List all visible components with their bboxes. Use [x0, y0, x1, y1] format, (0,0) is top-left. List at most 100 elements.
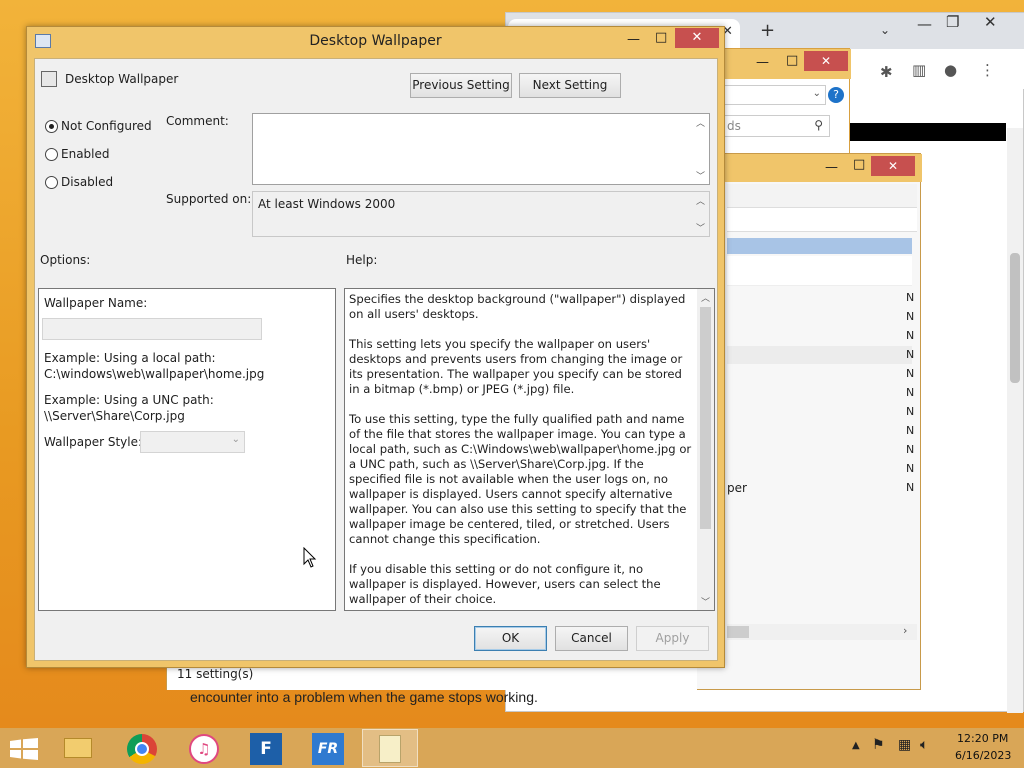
- new-tab-icon[interactable]: +: [760, 20, 775, 41]
- scroll-up-icon[interactable]: ︿: [701, 291, 710, 304]
- gpe-list-header: [727, 256, 912, 286]
- supported-scrollbar[interactable]: ︿ ﹀: [692, 192, 709, 236]
- network-icon[interactable]: ▦: [898, 737, 911, 753]
- policy-setting-icon: [41, 71, 57, 87]
- help-label: Help:: [346, 253, 378, 267]
- scroll-down-icon[interactable]: ﹀: [696, 221, 705, 234]
- radio-enabled[interactable]: [45, 148, 58, 161]
- scroll-right-icon[interactable]: ›: [903, 624, 907, 637]
- taskbar: ♫ F FR ▲ ⚑ ▦ 🔈︎ 12:20 PM 6/16/2023: [0, 728, 1024, 768]
- radio-disabled[interactable]: [45, 176, 58, 189]
- gpe-hscrollbar[interactable]: ›: [727, 624, 917, 640]
- help-scrollbar[interactable]: ︿ ﹀: [697, 289, 714, 610]
- menu-icon[interactable]: ⋮: [980, 61, 995, 79]
- file-explorer-icon[interactable]: [50, 729, 106, 767]
- dialog-title: Desktop Wallpaper: [309, 33, 442, 49]
- maximize-button[interactable]: □: [655, 30, 667, 45]
- gpe-column-header: [727, 238, 912, 254]
- close-button[interactable]: ✕: [675, 28, 719, 48]
- chevron-down-icon: ⌄: [231, 434, 240, 445]
- radio-disabled-label[interactable]: Disabled: [61, 175, 113, 189]
- show-hidden-icons-icon[interactable]: ▲: [852, 740, 860, 751]
- supported-on-value: At least Windows 2000: [258, 197, 396, 211]
- maximize-icon[interactable]: □: [853, 157, 865, 172]
- comment-scrollbar[interactable]: ︿ ﹀: [692, 114, 709, 184]
- mouse-cursor-icon: [303, 547, 317, 568]
- radio-not-configured-label[interactable]: Not Configured: [61, 119, 152, 133]
- maximize-icon[interactable]: ❐: [946, 13, 959, 31]
- page-scrollbar[interactable]: [1007, 128, 1023, 713]
- example-unc-path: \\Server\Share\Corp.jpg: [44, 409, 185, 423]
- wallpaper-name-input[interactable]: [42, 318, 262, 340]
- supported-on-field: At least Windows 2000 ︿ ﹀: [252, 191, 710, 237]
- state-cell: N: [906, 424, 915, 437]
- wallpaper-style-label: Wallpaper Style:: [44, 435, 143, 449]
- next-setting-button[interactable]: Next Setting: [519, 73, 621, 98]
- maximize-icon[interactable]: □: [786, 53, 798, 68]
- minimize-icon[interactable]: —: [825, 160, 838, 175]
- chevron-down-icon: ⌄: [812, 88, 821, 99]
- wallpaper-name-label: Wallpaper Name:: [44, 296, 148, 310]
- fr2-app-icon[interactable]: FR: [300, 729, 356, 767]
- state-cell: N: [906, 405, 915, 418]
- state-cell: N: [906, 329, 915, 342]
- close-icon[interactable]: ✕: [984, 13, 997, 31]
- chevron-down-icon[interactable]: ⌄: [880, 23, 890, 37]
- help-icon[interactable]: ?: [828, 87, 844, 103]
- state-cell: N: [906, 462, 915, 475]
- gpe-toolbar: [727, 184, 917, 208]
- comment-label: Comment:: [166, 114, 229, 128]
- minimize-icon[interactable]: —: [756, 55, 769, 70]
- search-partial-text: ds: [727, 119, 741, 133]
- policy-name: Desktop Wallpaper: [65, 72, 179, 86]
- radio-enabled-label[interactable]: Enabled: [61, 147, 110, 161]
- ok-button[interactable]: OK: [474, 626, 547, 651]
- help-paragraph: Specifies the desktop background ("wallp…: [349, 292, 686, 321]
- notepad-icon[interactable]: [362, 729, 418, 767]
- state-cell: N: [906, 386, 915, 399]
- scroll-down-icon[interactable]: ﹀: [696, 169, 705, 182]
- dialog-body: Desktop Wallpaper Previous Setting Next …: [34, 58, 718, 661]
- supported-on-label: Supported on:: [166, 192, 252, 206]
- scroll-up-icon[interactable]: ︿: [696, 194, 705, 207]
- previous-setting-button[interactable]: Previous Setting: [410, 73, 512, 98]
- scrollbar-thumb[interactable]: [727, 626, 749, 638]
- close-button[interactable]: ✕: [804, 51, 848, 71]
- wallpaper-style-select[interactable]: ⌄: [140, 431, 245, 453]
- extensions-icon[interactable]: ✱: [880, 63, 893, 81]
- gpe-status-text: 11 setting(s): [177, 667, 254, 681]
- state-cell: N: [906, 291, 915, 304]
- apply-button[interactable]: Apply: [636, 626, 709, 651]
- gpe-list-item[interactable]: per: [727, 481, 747, 495]
- help-paragraph: This setting lets you specify the wallpa…: [349, 337, 683, 396]
- itunes-icon[interactable]: ♫: [176, 729, 232, 767]
- cancel-button[interactable]: Cancel: [555, 626, 628, 651]
- gpe-selected-row[interactable]: [727, 346, 912, 364]
- clock-time[interactable]: 12:20 PM: [957, 732, 1008, 745]
- minimize-icon[interactable]: —: [917, 15, 932, 33]
- state-cell: N: [906, 481, 915, 494]
- example-unc-label: Example: Using a UNC path:: [44, 393, 214, 407]
- help-text: Specifies the desktop background ("wallp…: [349, 292, 694, 607]
- dialog-titlebar[interactable]: Desktop Wallpaper — □ ✕: [27, 27, 724, 57]
- comment-textarea[interactable]: ︿ ﹀: [252, 113, 710, 185]
- options-label: Options:: [40, 253, 91, 267]
- windows-start-icon[interactable]: [10, 738, 38, 760]
- scroll-up-icon[interactable]: ︿: [696, 116, 705, 129]
- help-paragraph: If you disable this setting or do not co…: [349, 562, 661, 606]
- scrollbar-thumb[interactable]: [1010, 253, 1020, 383]
- action-center-flag-icon[interactable]: ⚑: [872, 737, 885, 753]
- scroll-down-icon[interactable]: ﹀: [701, 595, 710, 608]
- clock-date[interactable]: 6/16/2023: [955, 749, 1011, 762]
- close-button[interactable]: ✕: [871, 156, 915, 176]
- search-icon: ⚲: [814, 118, 823, 132]
- volume-icon[interactable]: 🔈︎: [920, 737, 928, 753]
- radio-not-configured[interactable]: [45, 120, 58, 133]
- chrome-icon[interactable]: [114, 729, 170, 767]
- state-cell: N: [906, 443, 915, 456]
- side-panel-icon[interactable]: ▥: [912, 61, 926, 79]
- minimize-button[interactable]: —: [627, 32, 640, 47]
- fr-app-icon[interactable]: F: [238, 729, 294, 767]
- scrollbar-thumb[interactable]: [700, 307, 711, 529]
- profile-icon[interactable]: ●: [944, 61, 957, 79]
